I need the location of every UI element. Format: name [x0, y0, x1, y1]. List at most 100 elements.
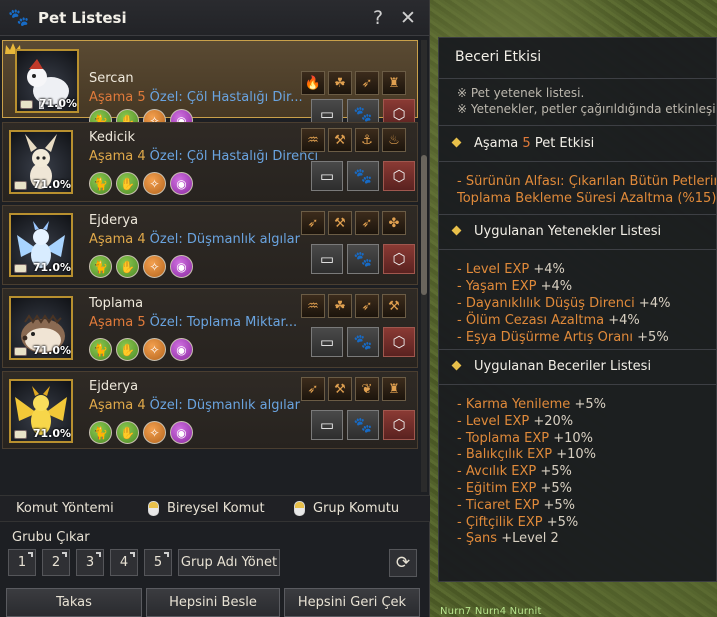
corner-arrow-icon [28, 552, 33, 557]
group-3-button[interactable]: 3 [76, 549, 104, 576]
seal-release-icon[interactable]: ⬡ [383, 244, 415, 274]
command-method-label: Komut Yöntemi [16, 501, 114, 516]
feed-bowl-icon[interactable]: ▭ [311, 161, 343, 191]
paw-icon: 🐾 [8, 7, 30, 28]
pouch-icon: ◉ [170, 338, 193, 361]
pet-skill-icon[interactable]: ➶ [301, 377, 325, 401]
pouch-icon: ◉ [170, 172, 193, 195]
compass-icon: ✧ [143, 255, 166, 278]
corner-arrow-icon [96, 552, 101, 557]
command-method-bar: Komut Yöntemi Bireysel Komut Grup Komutu [0, 495, 430, 522]
help-button[interactable]: ? [367, 7, 389, 29]
pet-skill-icon[interactable]: ⚒ [328, 377, 352, 401]
paw-command-icon[interactable]: 🐾 [347, 244, 379, 274]
hand-icon: ✋ [116, 338, 139, 361]
seal-release-icon[interactable]: ⬡ [383, 161, 415, 191]
pet-skill-icon[interactable]: ♨ [382, 128, 406, 152]
group-1-button[interactable]: 1 [8, 549, 36, 576]
pet-skill-icon[interactable]: ➶ [355, 294, 379, 318]
close-button[interactable]: ✕ [397, 7, 419, 29]
pet-skill-icon[interactable]: ⚒ [328, 211, 352, 235]
pet-skill-icon[interactable]: ➶ [355, 71, 379, 95]
pouch-icon: ◉ [170, 255, 193, 278]
group-2-button[interactable]: 2 [42, 549, 70, 576]
pet-hunger: 71.0% [32, 427, 71, 440]
feed-all-button[interactable]: Hepsini Besle [146, 588, 280, 617]
pet-row[interactable]: 71.0% Kedicik Aşama 4 Özel: Çöl Hastalığı D… [2, 122, 418, 202]
group-command-label: Grup Komutu [313, 501, 400, 516]
pet-portrait[interactable]: 71.0% [15, 49, 79, 113]
paw-command-icon[interactable]: 🐾 [347, 161, 379, 191]
pet-skill-icon[interactable]: ❦ [355, 377, 379, 401]
effect-line: - Ölüm Cezası Azaltma +4% [457, 313, 640, 328]
recall-all-button[interactable]: Hepsini Geri Çek [284, 588, 420, 617]
individual-command-label: Bireysel Komut [167, 501, 265, 516]
group-button-label: 3 [85, 555, 95, 570]
scrollbar-thumb[interactable] [421, 155, 427, 295]
compass-icon: ✧ [143, 421, 166, 444]
divider [439, 78, 716, 79]
group-command-option[interactable]: Grup Komutu [294, 501, 399, 516]
pet-row[interactable]: 71.0% Ejderya Aşama 4 Özel: Düşmanlık algıl… [2, 371, 418, 449]
character-nameplates: Nurn7 Nurn4 Nurnit [440, 606, 542, 617]
stage-effect-line: - Sürünün Alfası: Çıkarılan Bütün Petler… [457, 174, 717, 189]
group-button-label: 4 [119, 555, 129, 570]
group-button-label: 1 [17, 555, 27, 570]
takas-button[interactable]: Takas [6, 588, 142, 617]
effect-line: - Karma Yenileme +5% [457, 397, 606, 412]
pet-special: Özel: Düşmanlık algılar [149, 398, 300, 413]
mouse-icon [294, 501, 305, 516]
pet-skill-icon[interactable]: ♒ [301, 294, 325, 318]
pet-skill-icon[interactable]: ⚒ [328, 128, 352, 152]
hand-icon: ✋ [116, 255, 139, 278]
pet-skill-icon[interactable]: ✤ [382, 211, 406, 235]
window-titlebar[interactable]: 🐾 Pet Listesi ? ✕ [0, 0, 429, 36]
feed-bowl-icon[interactable]: ▭ [311, 244, 343, 274]
individual-command-option[interactable]: Bireysel Komut [148, 501, 294, 516]
pet-row[interactable]: 71.0% Ejderya Aşama 4 Özel: Düşmanlık algıl… [2, 205, 418, 285]
pet-portrait[interactable]: 71.0% [9, 379, 73, 443]
pet-skill-icon[interactable]: 🔥 [301, 71, 325, 95]
paw-command-icon[interactable]: 🐾 [347, 410, 379, 440]
pet-row[interactable]: 71.0% Sercan Aşama 5 Özel: Çöl Hastalığı Di… [2, 40, 418, 132]
effect-line: - Dayanıklılık Düşüş Direnci +4% [457, 296, 671, 311]
pet-portrait[interactable]: 71.0% [9, 130, 73, 194]
pet-portrait[interactable]: 71.0% [9, 296, 73, 360]
pet-skill-icon[interactable]: ➶ [301, 211, 325, 235]
pet-skill-icon[interactable]: ⚒ [382, 294, 406, 318]
group-summon-title: Grubu Çıkar [12, 530, 90, 545]
feed-bowl-icon[interactable]: ▭ [311, 327, 343, 357]
pet-skill-icon[interactable]: ♜ [382, 71, 406, 95]
hand-icon: ✋ [116, 172, 139, 195]
pet-tier: Aşama 5 Özel: Toplama Miktar... [89, 315, 297, 330]
paw-command-icon[interactable]: 🐾 [347, 327, 379, 357]
pet-action-icons: ▭ 🐾 ⬡ [311, 161, 415, 191]
seal-release-icon[interactable]: ⬡ [383, 327, 415, 357]
refresh-icon: ⟳ [395, 553, 411, 573]
effect-line: - Eğitim EXP +5% [457, 481, 573, 496]
pet-skill-icon[interactable]: ➶ [355, 211, 379, 235]
pet-row[interactable]: 71.0% Toplama Aşama 5 Özel: Toplama Miktar.… [2, 288, 418, 368]
pet-skill-icon[interactable]: ♜ [382, 377, 406, 401]
pet-skill-icon[interactable]: ♒ [301, 128, 325, 152]
pet-list-scrollbar[interactable] [421, 40, 427, 492]
pet-portrait[interactable]: 71.0% [9, 213, 73, 277]
pet-skill-icon[interactable]: ⚓ [355, 128, 379, 152]
pet-skill-icon[interactable]: ☘ [328, 71, 352, 95]
seal-release-icon[interactable]: ⬡ [383, 410, 415, 440]
feed-bowl-icon[interactable]: ▭ [311, 410, 343, 440]
group-5-button[interactable]: 5 [144, 549, 172, 576]
group-4-button[interactable]: 4 [110, 549, 138, 576]
refresh-button[interactable]: ⟳ [389, 549, 417, 577]
effect-line: - Level EXP +20% [457, 413, 574, 429]
pet-hunger: 71.0% [32, 344, 71, 357]
pet-skill-icon[interactable]: ☘ [328, 294, 352, 318]
pet-tier-label: Aşama 5 [89, 90, 146, 105]
window-title: Pet Listesi [38, 8, 127, 27]
group-name-manage-button[interactable]: Grup Adı Yönet [178, 549, 280, 576]
pet-name: Toplama [89, 296, 144, 311]
divider [439, 214, 716, 215]
effect-line: - Toplama EXP +10% [457, 430, 593, 446]
pet-skill-icons: ♒ ⚒ ⚓ ♨ [301, 128, 406, 152]
pet-hunger: 71.0% [32, 178, 71, 191]
